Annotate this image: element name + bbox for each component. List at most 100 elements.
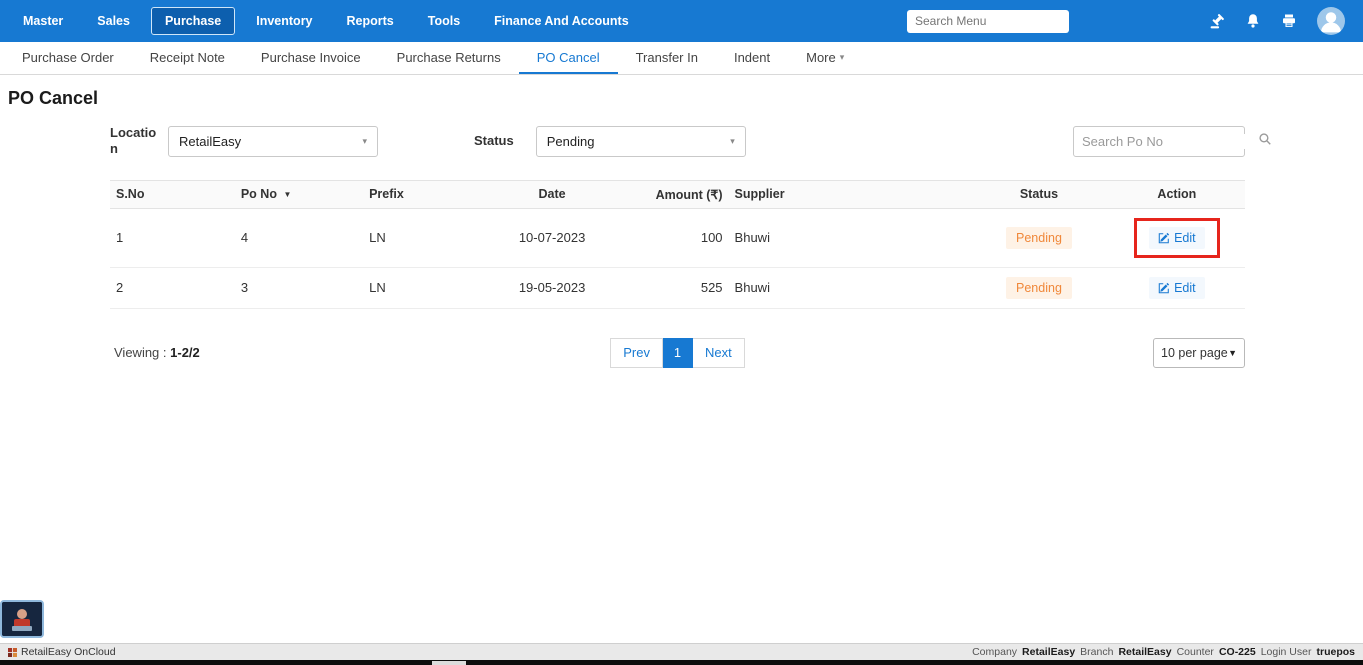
page-1-button[interactable]: 1 — [663, 338, 693, 368]
company-label: Company — [972, 646, 1017, 658]
chevron-down-icon: ▾ — [362, 137, 367, 146]
col-status: Status — [969, 180, 1109, 208]
cell-supplier: Bhuwi — [729, 208, 970, 267]
tab-po-cancel[interactable]: PO Cancel — [519, 42, 618, 74]
menu-finance-and-accounts[interactable]: Finance And Accounts — [481, 8, 642, 34]
tab-purchase-returns[interactable]: Purchase Returns — [379, 42, 519, 74]
status-badge: Pending — [1006, 277, 1072, 299]
purchase-submenu: Purchase Order Receipt Note Purchase Inv… — [0, 42, 1363, 75]
filter-row: Location RetailEasy ▾ Status Pending ▾ — [110, 125, 1245, 158]
cell-sno: 2 — [110, 267, 235, 308]
sort-desc-icon: ▼ — [283, 190, 291, 199]
tab-receipt-note[interactable]: Receipt Note — [132, 42, 243, 74]
pagination-row: Viewing : 1-2/2 Prev 1 Next 10 per page … — [110, 337, 1245, 369]
location-label: Location — [110, 125, 160, 158]
tab-indent[interactable]: Indent — [716, 42, 788, 74]
col-sno: S.No — [110, 180, 235, 208]
topbar-right-tools — [907, 7, 1353, 35]
cell-prefix: LN — [363, 267, 472, 308]
status-select[interactable]: Pending ▾ — [536, 126, 746, 157]
tab-purchase-invoice[interactable]: Purchase Invoice — [243, 42, 379, 74]
location-select[interactable]: RetailEasy ▾ — [168, 126, 378, 157]
cell-supplier: Bhuwi — [729, 267, 970, 308]
support-widget-thumbnail[interactable] — [0, 600, 44, 638]
menu-master[interactable]: Master — [10, 8, 76, 34]
table-row: 1 4 LN 10-07-2023 100 Bhuwi Pending Edit — [110, 208, 1245, 267]
menu-tools[interactable]: Tools — [415, 8, 473, 34]
company-value: RetailEasy — [1022, 646, 1075, 658]
user-avatar[interactable] — [1317, 7, 1345, 35]
app-brand-label: RetailEasy OnCloud — [21, 646, 116, 658]
annotation-highlight-box: Edit — [1134, 218, 1220, 258]
status-select-value: Pending — [547, 134, 595, 149]
menu-reports[interactable]: Reports — [334, 8, 407, 34]
status-badge: Pending — [1006, 227, 1072, 249]
announcement-gavel-icon[interactable] — [1207, 11, 1227, 31]
col-amount: Amount (₹) — [632, 180, 728, 208]
col-pono-label: Po No — [241, 187, 277, 201]
menu-sales[interactable]: Sales — [84, 8, 143, 34]
per-page-select[interactable]: 10 per page ▼ — [1153, 338, 1245, 368]
page-title: PO Cancel — [0, 75, 1363, 119]
notification-bell-icon[interactable] — [1243, 11, 1263, 31]
chevron-down-icon: ▾ — [730, 137, 735, 146]
tab-purchase-order[interactable]: Purchase Order — [4, 42, 132, 74]
status-bar: RetailEasy OnCloud Company RetailEasy Br… — [0, 643, 1363, 660]
printer-icon[interactable] — [1279, 11, 1299, 31]
menu-inventory[interactable]: Inventory — [243, 8, 325, 34]
tab-more-label: More — [806, 50, 836, 65]
pager: Prev 1 Next — [610, 338, 744, 368]
edit-button-label: Edit — [1174, 231, 1196, 245]
app-brand: RetailEasy OnCloud — [8, 646, 116, 658]
taskbar-strip — [0, 660, 1363, 665]
viewing-value: 1-2/2 — [170, 345, 200, 360]
location-select-value: RetailEasy — [179, 134, 241, 149]
top-navigation-bar: Master Sales Purchase Inventory Reports … — [0, 0, 1363, 42]
counter-label: Counter — [1177, 646, 1214, 658]
table-row: 2 3 LN 19-05-2023 525 Bhuwi Pending Edit — [110, 267, 1245, 308]
prev-page-button[interactable]: Prev — [610, 338, 663, 368]
cell-amount: 100 — [632, 208, 728, 267]
po-cancel-content: Location RetailEasy ▾ Status Pending ▾ S… — [110, 125, 1245, 369]
edit-button[interactable]: Edit — [1149, 227, 1205, 249]
cell-pono: 4 — [235, 208, 363, 267]
main-menu: Master Sales Purchase Inventory Reports … — [10, 7, 642, 35]
chevron-down-icon: ▾ — [840, 53, 845, 62]
select-arrow-icon: ▼ — [1228, 348, 1237, 358]
login-user-value: truepos — [1316, 646, 1355, 658]
cell-amount: 525 — [632, 267, 728, 308]
branch-value: RetailEasy — [1118, 646, 1171, 658]
session-info: Company RetailEasy Branch RetailEasy Cou… — [972, 646, 1355, 658]
edit-button[interactable]: Edit — [1149, 277, 1205, 299]
search-po-no-input[interactable] — [1082, 134, 1258, 149]
login-user-label: Login User — [1261, 646, 1312, 658]
po-cancel-table: S.No Po No ▼ Prefix Date Amount (₹) Supp… — [110, 180, 1245, 309]
col-pono[interactable]: Po No ▼ — [235, 180, 363, 208]
menu-purchase[interactable]: Purchase — [151, 7, 235, 35]
cell-pono: 3 — [235, 267, 363, 308]
search-icon[interactable] — [1258, 132, 1272, 151]
per-page-value: 10 per page — [1161, 346, 1228, 360]
col-date: Date — [472, 180, 632, 208]
col-prefix: Prefix — [363, 180, 472, 208]
retaileasy-logo-icon — [8, 648, 17, 657]
cell-date: 19-05-2023 — [472, 267, 632, 308]
counter-value: CO-225 — [1219, 646, 1256, 658]
tab-more[interactable]: More ▾ — [788, 42, 862, 74]
cell-date: 10-07-2023 — [472, 208, 632, 267]
taskbar-item — [432, 661, 466, 665]
viewing-label: Viewing : — [114, 345, 167, 360]
cell-sno: 1 — [110, 208, 235, 267]
cell-prefix: LN — [363, 208, 472, 267]
search-menu-input[interactable] — [907, 10, 1069, 33]
col-action: Action — [1109, 180, 1245, 208]
status-label: Status — [474, 133, 514, 149]
next-page-button[interactable]: Next — [693, 338, 745, 368]
branch-label: Branch — [1080, 646, 1113, 658]
col-supplier: Supplier — [729, 180, 970, 208]
tab-transfer-in[interactable]: Transfer In — [618, 42, 716, 74]
table-header-row: S.No Po No ▼ Prefix Date Amount (₹) Supp… — [110, 180, 1245, 208]
edit-button-label: Edit — [1174, 281, 1196, 295]
viewing-summary: Viewing : 1-2/2 — [114, 345, 200, 360]
search-po-no-box — [1073, 126, 1245, 157]
